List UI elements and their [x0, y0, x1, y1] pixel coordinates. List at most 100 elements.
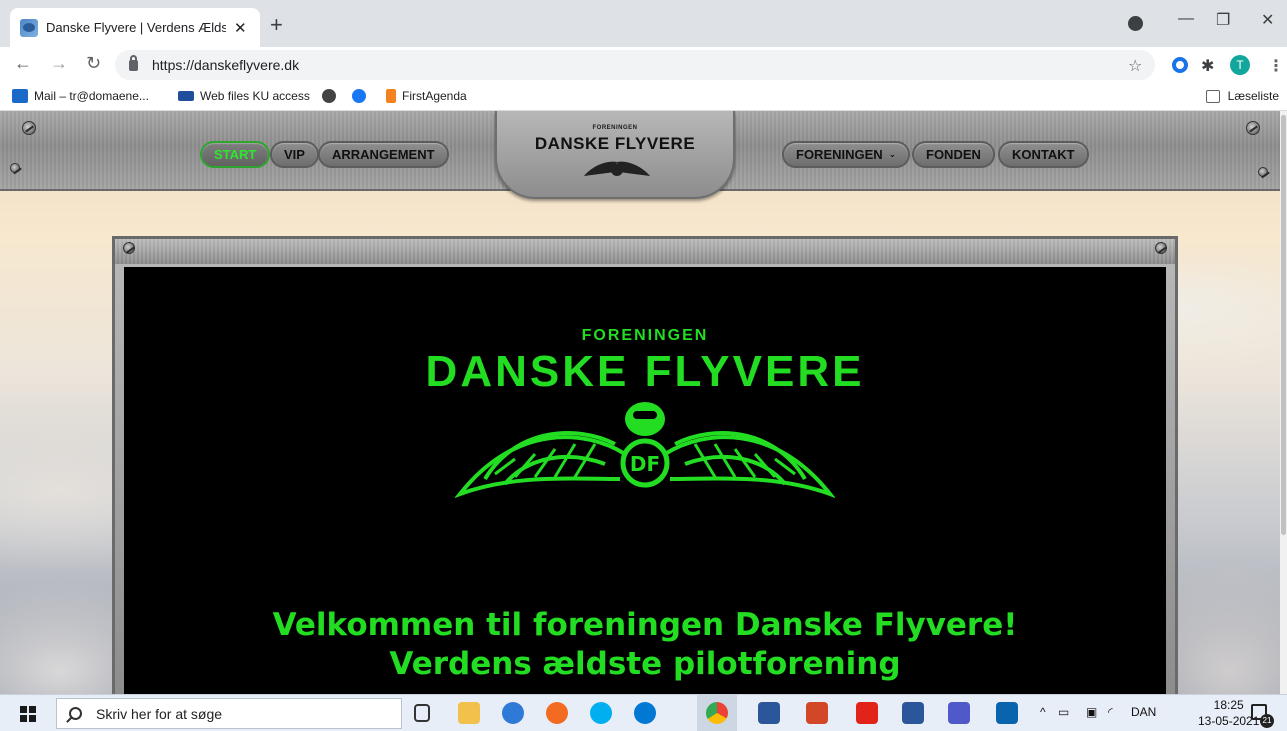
- outlook-icon: [12, 89, 28, 103]
- browser-tab[interactable]: Danske Flyvere | Verdens Ældste ✕: [10, 8, 260, 47]
- windows-start-icon[interactable]: [20, 706, 36, 722]
- edge-icon[interactable]: [502, 702, 524, 724]
- taskbar-search[interactable]: Skriv her for at søge: [56, 698, 402, 729]
- screw-icon: [1258, 167, 1268, 177]
- browser-toolbar: ← → ↻ https://danskeflyvere.dk ☆ ✱ T ⋮: [0, 47, 1287, 83]
- nav-label: START: [214, 147, 257, 162]
- hero-frame: FORENINGEN DANSKE FLYVERE DF Velkommen t…: [112, 236, 1178, 694]
- back-icon[interactable]: ←: [14, 53, 32, 74]
- outlook-icon[interactable]: [996, 702, 1018, 724]
- bookmarks-bar: Mail – tr@domaene... Web files KU access…: [0, 83, 1287, 111]
- nav-label: FORENINGEN: [796, 147, 883, 162]
- close-window-icon[interactable]: ✕: [1261, 10, 1274, 30]
- welcome-heading: Velkommen til foreningen Danske Flyvere!: [272, 607, 1018, 643]
- screw-icon: [1246, 121, 1260, 135]
- reading-list-button[interactable]: Læseliste: [1205, 89, 1279, 103]
- nav-label: ARRANGEMENT: [332, 147, 435, 162]
- firefox-icon[interactable]: [546, 702, 568, 724]
- page-scrollbar[interactable]: [1280, 111, 1287, 694]
- restore-icon[interactable]: ❐: [1216, 10, 1230, 30]
- screw-icon: [123, 242, 135, 254]
- nav-fonden[interactable]: FONDEN: [912, 141, 995, 168]
- nav-foreningen[interactable]: FORENINGEN ⌄: [782, 141, 911, 168]
- hero-logo-big: DANSKE FLYVERE: [425, 347, 865, 396]
- extensions-puzzle-icon[interactable]: ✱: [1201, 56, 1214, 76]
- hero-screen: FORENINGEN DANSKE FLYVERE DF Velkommen t…: [124, 267, 1166, 694]
- wings-emblem-icon: DF: [455, 402, 835, 498]
- screw-icon: [22, 121, 36, 135]
- teams-icon[interactable]: [948, 702, 970, 724]
- nav-label: VIP: [284, 147, 305, 162]
- nav-label: FONDEN: [926, 147, 981, 162]
- facebook-icon: [352, 89, 366, 103]
- bookmark-facebook[interactable]: [352, 89, 372, 103]
- tab-title: Danske Flyvere | Verdens Ældste: [46, 20, 226, 35]
- windows-taskbar: Skriv her for at søge ^ ▭ ▣ ◜ DAN 18:25 …: [0, 694, 1287, 731]
- acrobat-icon[interactable]: [856, 702, 878, 724]
- minimize-icon[interactable]: —: [1178, 10, 1194, 28]
- nav-arrangement[interactable]: ARRANGEMENT: [318, 141, 449, 168]
- bookmark-label: Mail – tr@domaene...: [34, 89, 149, 103]
- chrome-icon[interactable]: [706, 702, 728, 724]
- file-explorer-icon[interactable]: [458, 702, 480, 724]
- bookmark-web-files[interactable]: Web files KU access: [178, 89, 310, 103]
- bookmark-star-icon[interactable]: ☆: [1128, 56, 1142, 76]
- bookmark-globe[interactable]: [322, 89, 342, 103]
- bookmark-mail[interactable]: Mail – tr@domaene...: [12, 89, 149, 103]
- word-document-icon[interactable]: [902, 702, 924, 724]
- nav-kontakt[interactable]: KONTAKT: [998, 141, 1089, 168]
- nav-vip[interactable]: VIP: [270, 141, 319, 168]
- menu-kebab-icon[interactable]: ⋮: [1268, 56, 1284, 76]
- screw-icon: [1155, 242, 1167, 254]
- battery-icon[interactable]: ▭: [1058, 705, 1069, 719]
- bookmark-firstagenda[interactable]: FirstAgenda: [386, 89, 467, 103]
- scrollbar-thumb[interactable]: [1281, 115, 1286, 535]
- globe-icon: [322, 89, 336, 103]
- network-icon[interactable]: ▣: [1086, 705, 1097, 719]
- url-text[interactable]: https://danskeflyvere.dk: [152, 57, 299, 73]
- close-tab-icon[interactable]: ✕: [234, 19, 247, 37]
- web-page: START VIP ARRANGEMENT FORENINGEN DANSKE …: [0, 111, 1280, 694]
- reload-icon[interactable]: ↻: [86, 53, 101, 74]
- ku-icon: [178, 91, 194, 101]
- site-header: START VIP ARRANGEMENT FORENINGEN DANSKE …: [0, 111, 1280, 199]
- word-icon[interactable]: [758, 702, 780, 724]
- bookmark-label: Web files KU access: [200, 89, 310, 103]
- task-view-icon[interactable]: [414, 704, 430, 722]
- notification-center-icon[interactable]: 21: [1251, 704, 1274, 728]
- screw-icon: [10, 163, 20, 173]
- site-favicon-icon: [20, 18, 38, 37]
- lock-icon[interactable]: [129, 54, 138, 71]
- address-bar[interactable]: https://danskeflyvere.dk: [115, 50, 1155, 80]
- header-wings-icon: [584, 161, 650, 176]
- show-hidden-icons-icon[interactable]: ^: [1040, 705, 1046, 719]
- header-logo-big: DANSKE FLYVERE: [534, 134, 696, 153]
- frame-top-bar: [115, 239, 1175, 264]
- wifi-icon[interactable]: ◜: [1108, 705, 1113, 719]
- search-placeholder: Skriv her for at søge: [96, 705, 223, 722]
- header-logo[interactable]: FORENINGEN DANSKE FLYVERE: [495, 111, 735, 199]
- tab-strip: Danske Flyvere | Verdens Ældste ✕ + — ❐ …: [0, 0, 1287, 47]
- nav-label: KONTAKT: [1012, 147, 1075, 162]
- notification-count: 21: [1260, 714, 1274, 728]
- powerpoint-icon[interactable]: [806, 702, 828, 724]
- skype-business-icon[interactable]: [634, 702, 656, 724]
- extension-icon[interactable]: [1172, 57, 1188, 73]
- chevron-down-icon: ⌄: [888, 149, 897, 159]
- hero-badge-text: DF: [630, 452, 660, 476]
- reading-list-icon: [1205, 89, 1220, 103]
- language-indicator[interactable]: DAN: [1131, 705, 1156, 719]
- profile-avatar[interactable]: T: [1230, 55, 1250, 75]
- header-logo-small: FORENINGEN: [592, 125, 638, 131]
- hero-logo-small: FORENINGEN: [581, 327, 709, 344]
- new-tab-button[interactable]: +: [270, 12, 283, 38]
- skype-icon[interactable]: [590, 702, 612, 724]
- search-icon: [69, 707, 82, 720]
- forward-icon[interactable]: →: [50, 53, 68, 74]
- firstagenda-icon: [386, 89, 396, 103]
- welcome-subheading: Verdens ældste pilotforening: [389, 646, 901, 682]
- bookmark-label: FirstAgenda: [402, 89, 467, 103]
- nav-start[interactable]: START: [200, 141, 271, 168]
- reading-list-label: Læseliste: [1227, 89, 1279, 103]
- chrome-profile-icon[interactable]: [1128, 16, 1143, 31]
